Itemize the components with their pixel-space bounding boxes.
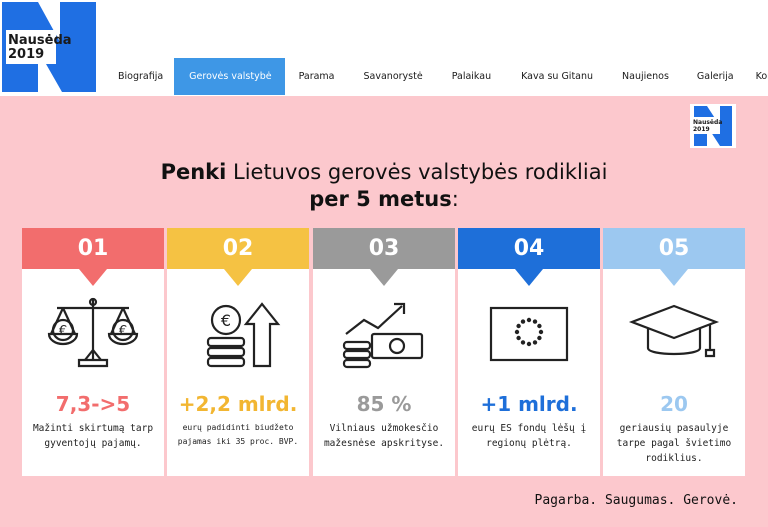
banner-title: Penki Lietuvos gerovės valstybės rodikli…	[0, 159, 768, 213]
card-pointer	[660, 269, 688, 286]
card-description: geriausių pasaulyje tarpe pagal švietimo…	[616, 423, 732, 464]
site-logo[interactable]: Nausėda 2019	[2, 2, 96, 92]
nav-item-galerija[interactable]: Galerija	[683, 58, 749, 95]
card-number: 03	[313, 228, 455, 269]
card-value: 20	[660, 392, 688, 416]
card-value: +2,2 mlrd.	[178, 392, 298, 416]
card-description: Mažinti skirtumą tarp gyventojų pajamų.	[32, 423, 154, 449]
svg-text:€: €	[119, 324, 127, 339]
title-bold: Penki	[160, 160, 227, 184]
banner-logo: Nausėda 2019	[690, 104, 736, 148]
card-pointer	[515, 269, 543, 286]
indicator-card-5: 05 20 geriausių pasaulyje tarpe pagal šv…	[603, 228, 745, 476]
infographic-banner: Nausėda 2019 Penki Lietuvos gerovės vals…	[0, 96, 768, 527]
scales-icon: € €	[47, 297, 139, 368]
nav-item-geroves-valstybe[interactable]: Gerovės valstybė	[174, 58, 285, 95]
nav-item-savanoryste[interactable]: Savanorystė	[350, 58, 437, 95]
card-number: 04	[458, 228, 600, 269]
euro-coins-arrow-icon: €	[206, 302, 281, 368]
logo-line-year: 2019	[8, 47, 45, 62]
eu-flag-icon	[489, 306, 569, 362]
nav-item-naujienos[interactable]: Naujienos	[608, 58, 683, 95]
indicator-card-1: 01 € € 7,3->5 Mažinti skirtumą tarp gyve…	[22, 228, 164, 476]
banner-logo-line-year: 2019	[693, 126, 710, 133]
indicator-card-4: 04 +1 mlrd. eurų ES fondų lėšų į regionų…	[458, 228, 600, 476]
nav-item-palaikau[interactable]: Palaikau	[437, 58, 506, 95]
card-description: Vilniaus užmokesčio mažesnėse apskrityse…	[323, 423, 445, 449]
card-number: 05	[603, 228, 745, 269]
card-number: 01	[22, 228, 164, 269]
site-header: Nausėda 2019 Biografija Gerovės valstybė…	[0, 0, 768, 95]
slogan: Pagarba. Saugumas. Gerovė.	[534, 493, 739, 508]
indicator-card-2: 02 € +2,2 mlrd. eurų padidinti biudžeto …	[167, 228, 309, 476]
title-rest: Lietuvos gerovės valstybės rodikliai	[226, 160, 608, 184]
card-pointer	[79, 269, 107, 286]
graduation-cap-icon	[628, 304, 720, 358]
card-pointer	[370, 269, 398, 286]
nav-item-parama[interactable]: Parama	[285, 58, 350, 95]
card-value: 7,3->5	[55, 392, 131, 416]
subtitle-bold: per 5 metus	[309, 187, 452, 211]
card-description: eurų ES fondų lėšų į regionų plėtrą.	[471, 423, 587, 449]
svg-text:€: €	[221, 311, 231, 330]
card-description: eurų padidinti biudžeto pajamas iki 35 p…	[177, 423, 299, 446]
indicator-card-3: 03 85 % Vilniaus užmokesčio mažesnėse ap…	[313, 228, 455, 476]
nav-item-kontaktai[interactable]: Kontaktai	[749, 58, 768, 95]
card-value: +1 mlrd.	[480, 392, 578, 416]
banner-logo-line-name: Nausėda	[693, 119, 723, 126]
nav-item-kava-su-gitanu[interactable]: Kava su Gitanu	[506, 58, 608, 95]
money-growth-icon	[342, 302, 424, 369]
card-value: 85 %	[356, 392, 412, 416]
svg-text:€: €	[59, 324, 67, 339]
nav-item-biografija[interactable]: Biografija	[100, 58, 174, 95]
main-nav: Biografija Gerovės valstybė Parama Savan…	[100, 58, 768, 95]
card-number: 02	[167, 228, 309, 269]
subtitle-rest: :	[451, 187, 459, 211]
logo-line-name: Nausėda	[8, 33, 72, 48]
banner-logo-text: Nausėda 2019	[693, 119, 722, 133]
logo-text: Nausėda 2019	[8, 34, 72, 62]
card-pointer	[224, 269, 252, 286]
